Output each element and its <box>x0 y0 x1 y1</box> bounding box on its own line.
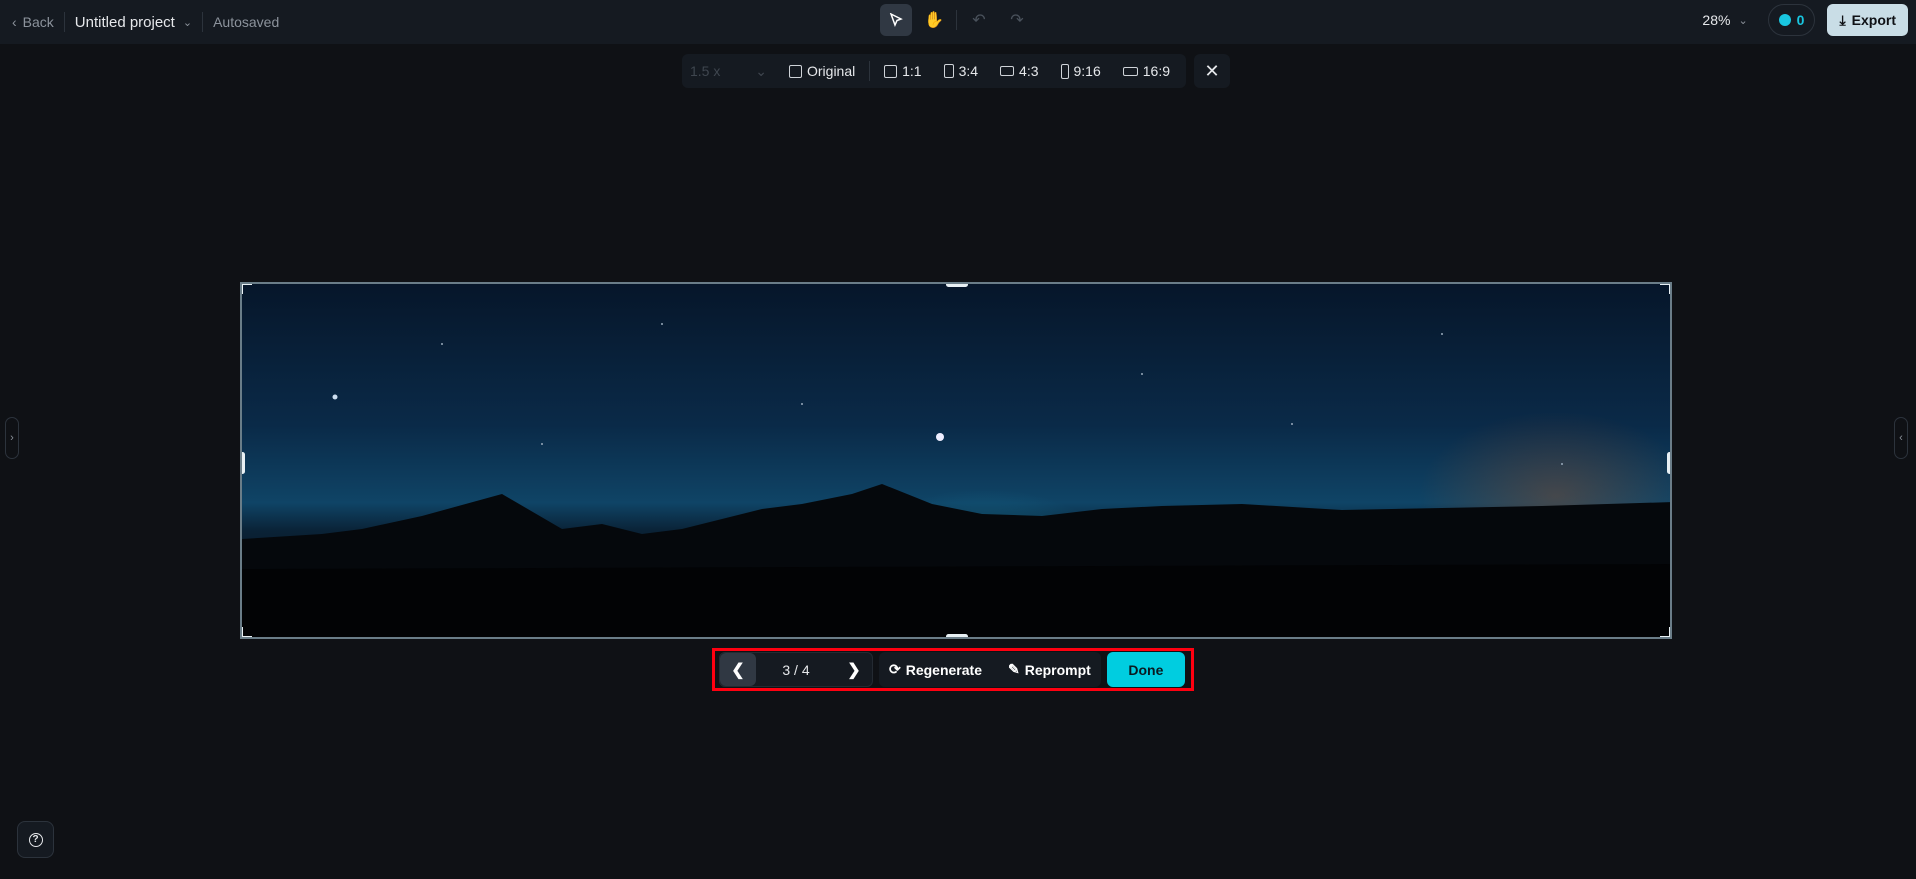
scale-value: 1.5 x <box>690 62 721 79</box>
night-landscape-image <box>242 323 1670 637</box>
ratio-label: 9:16 <box>1073 63 1101 79</box>
divider <box>869 61 871 81</box>
ratio-label: 16:9 <box>1142 63 1170 79</box>
back-label: Back <box>22 14 54 30</box>
reprompt-button[interactable]: ✎ Reprompt <box>1008 661 1091 678</box>
square-icon <box>884 64 898 78</box>
portrait-icon <box>943 64 954 78</box>
resize-handle-se[interactable] <box>1660 627 1670 637</box>
reprompt-label: Reprompt <box>1024 661 1091 678</box>
select-tool-button[interactable] <box>880 4 912 36</box>
left-panel-toggle[interactable]: › <box>5 417 19 459</box>
scale-select[interactable]: 1.5 x ⌄ <box>690 63 775 80</box>
chevron-left-icon: ❮ <box>731 661 745 679</box>
credit-icon <box>1778 14 1791 26</box>
download-icon: ⤓ <box>1839 11 1846 28</box>
zoom-select[interactable]: 28% ⌄ <box>1702 12 1747 28</box>
resize-handle-w[interactable] <box>242 452 245 474</box>
ratio-label: 3:4 <box>958 63 979 79</box>
generation-action-bar: ❮ 3 / 4 ❯ ⟳ Regenerate ✎ Reprompt Done <box>712 648 1194 691</box>
divider <box>956 10 957 30</box>
chevron-right-icon: ❯ <box>847 661 861 679</box>
tall-icon <box>1060 63 1069 79</box>
landscape-icon <box>1000 66 1015 76</box>
resize-handle-nw[interactable] <box>242 284 252 294</box>
variation-counter: 3 / 4 <box>782 661 810 678</box>
action-group: ⟳ Regenerate ✎ Reprompt <box>879 652 1101 687</box>
resize-handle-e[interactable] <box>1667 452 1670 474</box>
top-bar: ‹ Back Untitled project ⌄ Autosaved ✋ ↶ ↷ … <box>0 0 1916 44</box>
ratio-16-9[interactable]: 16:9 <box>1115 63 1178 79</box>
resize-handle-sw[interactable] <box>242 627 252 637</box>
chevron-right-icon: › <box>10 432 14 444</box>
variation-pager: ❮ 3 / 4 ❯ <box>719 652 873 687</box>
zoom-value: 28% <box>1702 12 1731 28</box>
close-button[interactable]: ✕ <box>1194 54 1230 88</box>
ratio-4-3[interactable]: 4:3 <box>992 63 1046 79</box>
ratio-label: Original <box>807 63 856 79</box>
undo-icon: ↶ <box>972 12 986 29</box>
hand-icon: ✋ <box>924 12 944 29</box>
back-button[interactable]: ‹ Back <box>12 14 54 30</box>
repeat-icon: ⟳ <box>889 661 901 677</box>
ratio-label: 1:1 <box>902 63 922 79</box>
ratio-label: 4:3 <box>1019 63 1039 79</box>
redo-icon: ↷ <box>1010 12 1024 29</box>
previous-button[interactable]: ❮ <box>720 653 756 686</box>
resize-handle-n[interactable] <box>946 284 968 287</box>
credits-count: 0 <box>1796 12 1805 28</box>
ratio-original[interactable]: Original <box>781 63 863 79</box>
divider <box>63 12 65 32</box>
undo-button[interactable]: ↶ <box>963 4 995 36</box>
project-name: Untitled project <box>74 13 175 31</box>
chevron-left-icon: ‹ <box>1899 432 1903 444</box>
autosave-status: Autosaved <box>213 14 280 30</box>
project-menu[interactable]: Untitled project ⌄ <box>75 14 192 31</box>
divider <box>202 12 204 32</box>
next-button[interactable]: ❯ <box>836 653 872 686</box>
close-icon: ✕ <box>1204 60 1220 81</box>
regenerate-label: Regenerate <box>905 661 982 678</box>
hand-tool-button[interactable]: ✋ <box>918 4 950 36</box>
ratio-1-1[interactable]: 1:1 <box>876 63 929 79</box>
chevron-down-icon: ⌄ <box>1738 14 1748 27</box>
chevron-left-icon: ‹ <box>12 14 17 30</box>
chevron-down-icon: ⌄ <box>755 62 767 79</box>
export-button[interactable]: ⤓ Export <box>1827 4 1908 36</box>
resize-handle-s[interactable] <box>946 634 968 637</box>
original-icon <box>789 64 802 78</box>
wide-icon <box>1122 66 1138 76</box>
aspect-ratio-toolbar: 1.5 x ⌄ Original 1:1 3:4 4:3 9:16 16:9 <box>682 54 1186 88</box>
right-panel-toggle[interactable]: ‹ <box>1894 417 1908 459</box>
pencil-icon: ✎ <box>1008 661 1020 677</box>
help-button[interactable]: ? <box>17 821 54 858</box>
help-icon: ? <box>28 832 43 847</box>
credits-button[interactable]: 0 <box>1767 4 1816 36</box>
resize-handle-ne[interactable] <box>1660 284 1670 294</box>
done-button[interactable]: Done <box>1106 652 1185 687</box>
ratio-9-16[interactable]: 9:16 <box>1053 63 1109 79</box>
ratio-3-4[interactable]: 3:4 <box>936 63 986 79</box>
generated-image[interactable] <box>240 282 1672 639</box>
regenerate-button[interactable]: ⟳ Regenerate <box>889 661 982 678</box>
chevron-down-icon: ⌄ <box>182 16 193 29</box>
export-label: Export <box>1851 12 1896 28</box>
redo-button[interactable]: ↷ <box>1001 4 1033 36</box>
cursor-icon <box>889 13 903 27</box>
